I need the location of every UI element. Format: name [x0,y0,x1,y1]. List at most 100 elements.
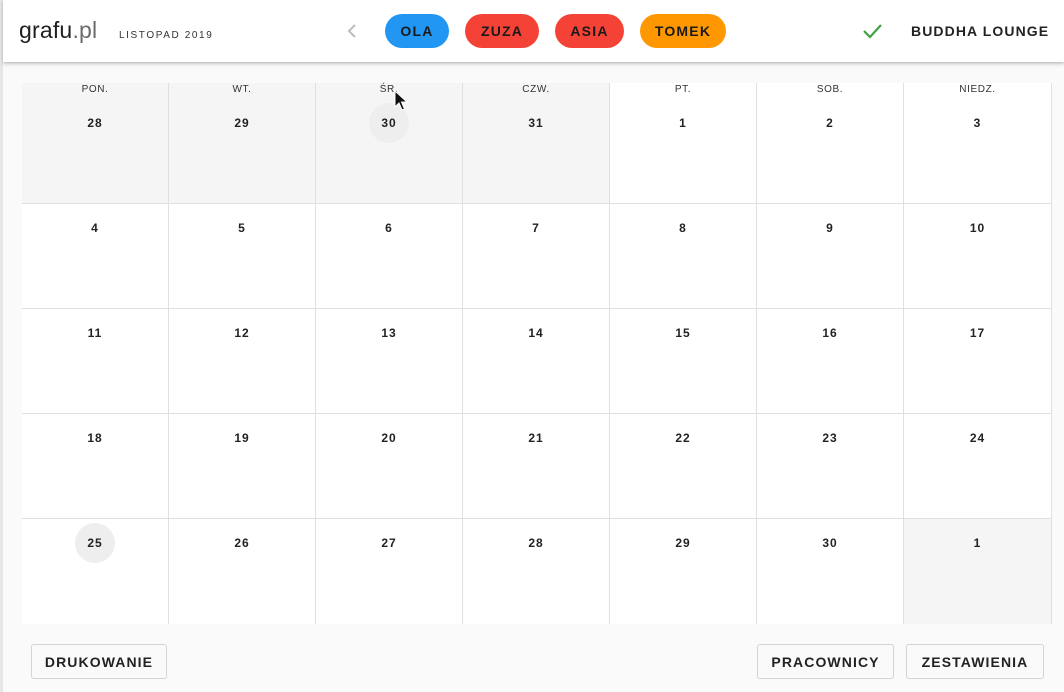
weekday-header: PT. [674,84,692,95]
calendar-day-cell[interactable]: 8 [610,204,757,309]
weekday-header: PON. [81,84,109,95]
day-number[interactable]: 26 [222,523,262,563]
day-number[interactable]: 19 [222,418,262,458]
day-number[interactable]: 15 [663,313,703,353]
calendar-day-cell[interactable]: PT. 1 [610,83,757,204]
employee-chip-zuza[interactable]: ZUZA [465,14,539,48]
day-number[interactable]: 10 [958,208,998,248]
calendar-day-cell[interactable]: 7 [463,204,610,309]
employee-chip-label: TOMEK [654,23,712,39]
day-number[interactable]: 28 [516,523,556,563]
app-logo[interactable]: grafu.pl [19,17,97,44]
weekday-header: SOB. [816,84,844,95]
day-number[interactable]: 27 [369,523,409,563]
day-number[interactable]: 28 [75,103,115,143]
day-number[interactable]: 25 [75,523,115,563]
day-number[interactable]: 7 [516,208,556,248]
month-calendar-grid: PON. 28 WT. 29 ŚR. 30 CZW. 31 PT. 1 SOB. 2 NIEDZ. 3 4 5… [22,83,1052,624]
calendar-day-cell[interactable]: 11 [22,309,169,414]
day-number[interactable]: 2 [810,103,850,143]
weekday-header: NIEDZ. [959,84,996,95]
employees-button[interactable]: PRACOWNICY [757,644,894,679]
current-month-label: LISTOPAD 2019 [119,30,214,41]
day-number[interactable]: 12 [222,313,262,353]
day-number[interactable]: 17 [958,313,998,353]
calendar-week-row: 4 5 6 7 8 9 10 [22,204,1051,309]
employee-chip-label: ZUZA [480,23,524,39]
weekday-header: CZW. [522,84,550,95]
employee-chip-ola[interactable]: OLA [385,14,449,48]
weekday-header: ŚR. [379,84,399,95]
day-number[interactable]: 9 [810,208,850,248]
calendar-day-cell[interactable]: 30 [757,519,904,624]
calendar-day-cell[interactable]: 19 [169,414,316,519]
day-number[interactable]: 14 [516,313,556,353]
day-number[interactable]: 23 [810,418,850,458]
day-number[interactable]: 13 [369,313,409,353]
calendar-day-cell[interactable]: 13 [316,309,463,414]
day-number[interactable]: 5 [222,208,262,248]
calendar-week-row: 25 26 27 28 29 30 1 [22,519,1051,624]
calendar-day-cell[interactable]: ŚR. 30 [316,83,463,204]
calendar-day-cell[interactable]: NIEDZ. 3 [904,83,1051,204]
day-number[interactable]: 21 [516,418,556,458]
calendar-day-cell[interactable]: 21 [463,414,610,519]
calendar-day-cell[interactable]: 28 [463,519,610,624]
day-number[interactable]: 1 [958,523,998,563]
weekday-header: WT. [232,84,252,95]
calendar-day-cell[interactable]: 10 [904,204,1051,309]
calendar-day-cell[interactable]: SOB. 2 [757,83,904,204]
print-button[interactable]: DRUKOWANIE [31,644,167,679]
employee-chip-label: ASIA [570,23,609,39]
calendar-day-cell[interactable]: 16 [757,309,904,414]
previous-month-button[interactable] [341,18,363,44]
calendar-day-cell[interactable]: 12 [169,309,316,414]
day-number[interactable]: 24 [958,418,998,458]
calendar-day-cell[interactable]: 18 [22,414,169,519]
calendar-week-row: 18 19 20 21 22 23 24 [22,414,1051,519]
logo-tld: .pl [72,17,98,43]
calendar-day-cell[interactable]: 23 [757,414,904,519]
check-icon[interactable] [861,21,883,41]
calendar-day-cell[interactable]: 5 [169,204,316,309]
day-number[interactable]: 18 [75,418,115,458]
calendar-day-cell[interactable]: PON. 28 [22,83,169,204]
day-number[interactable]: 29 [663,523,703,563]
calendar-day-cell[interactable]: 14 [463,309,610,414]
calendar-day-cell[interactable]: 22 [610,414,757,519]
calendar-day-cell[interactable]: 27 [316,519,463,624]
calendar-day-cell[interactable]: 1 [904,519,1051,624]
calendar-day-cell[interactable]: 4 [22,204,169,309]
window-edge [0,0,3,692]
calendar-day-cell[interactable]: WT. 29 [169,83,316,204]
day-number[interactable]: 8 [663,208,703,248]
day-number[interactable]: 31 [516,103,556,143]
calendar-day-cell[interactable]: 9 [757,204,904,309]
calendar-day-cell[interactable]: 17 [904,309,1051,414]
day-number[interactable]: 1 [663,103,703,143]
calendar-day-cell[interactable]: 26 [169,519,316,624]
day-number[interactable]: 22 [663,418,703,458]
employee-chip-tomek[interactable]: TOMEK [640,14,726,48]
calendar-day-cell[interactable]: 24 [904,414,1051,519]
mouse-cursor-icon [394,90,408,111]
reports-button[interactable]: ZESTAWIENIA [906,644,1044,679]
day-number[interactable]: 20 [369,418,409,458]
day-number[interactable]: 30 [810,523,850,563]
calendar-day-cell[interactable]: 29 [610,519,757,624]
employee-chip-label: OLA [400,23,434,39]
calendar-day-cell[interactable]: 6 [316,204,463,309]
calendar-day-cell[interactable]: 20 [316,414,463,519]
employee-chip-asia[interactable]: ASIA [555,14,624,48]
venue-selector[interactable]: BUDDHA LOUNGE [911,23,1049,39]
day-number[interactable]: 16 [810,313,850,353]
calendar-day-cell[interactable]: 15 [610,309,757,414]
calendar-day-cell[interactable]: CZW. 31 [463,83,610,204]
day-number[interactable]: 29 [222,103,262,143]
day-number[interactable]: 11 [75,313,115,353]
day-number[interactable]: 6 [369,208,409,248]
calendar-day-cell[interactable]: 25 [22,519,169,624]
day-number[interactable]: 4 [75,208,115,248]
day-number[interactable]: 3 [958,103,998,143]
logo-text: grafu [19,17,73,43]
